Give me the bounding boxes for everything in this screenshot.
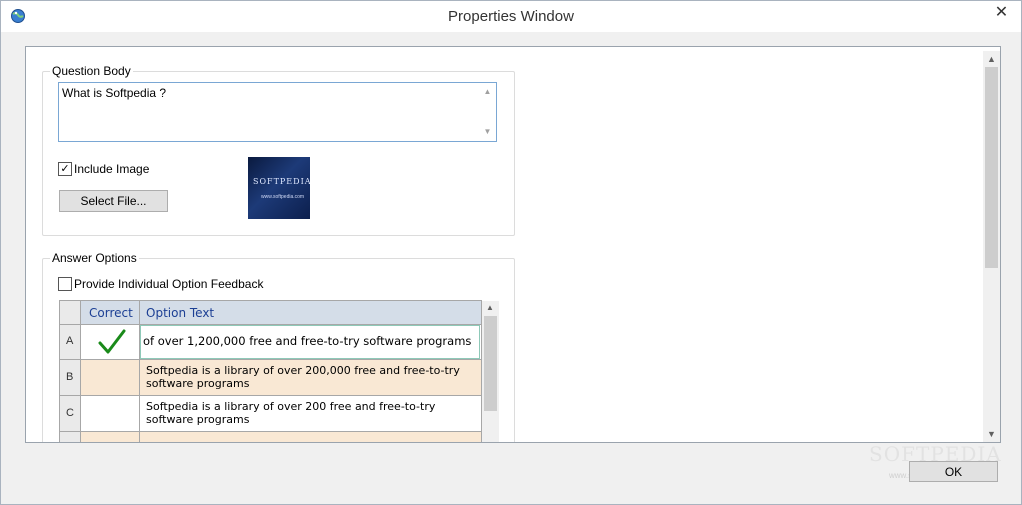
table-row[interactable]: C Softpedia is a library of over 200 fre… [60, 396, 481, 432]
close-icon: ✕ [994, 4, 1009, 21]
answer-options-label: Answer Options [50, 251, 139, 265]
checkmark-icon: ✓ [60, 163, 70, 175]
option-feedback-checkbox[interactable] [58, 277, 72, 291]
properties-window: Properties Window ✕ Question Body What i… [0, 0, 1022, 505]
question-text-field[interactable]: What is Softpedia ? ▲ ▼ [58, 82, 497, 142]
select-file-button[interactable]: Select File... [59, 190, 168, 212]
question-body-label: Question Body [50, 64, 133, 78]
option-text-cell[interactable] [140, 432, 480, 442]
row-header: C [60, 396, 81, 431]
scroll-down-icon[interactable]: ▼ [983, 427, 1000, 441]
column-header-correct[interactable]: Correct [81, 301, 140, 325]
option-text-cell[interactable]: of over 1,200,000 free and free-to-try s… [140, 325, 480, 359]
grid-corner [60, 301, 81, 325]
question-body-group: Question Body What is Softpedia ? ▲ ▼ ✓ … [42, 64, 515, 236]
answer-options-grid: Correct Option Text A of over 1,200,000 … [59, 300, 482, 442]
scroll-down-icon: ▼ [483, 127, 492, 136]
correct-check-icon [98, 329, 126, 354]
grid-scroll-thumb[interactable] [484, 316, 497, 411]
correct-cell[interactable] [81, 325, 140, 359]
panel-scrollbar[interactable]: ▲ ▼ [983, 51, 1000, 442]
question-scrollbar[interactable]: ▲ ▼ [480, 84, 495, 140]
option-text-cell[interactable]: Softpedia is a library of over 200 free … [140, 396, 480, 431]
table-row[interactable]: A of over 1,200,000 free and free-to-try… [60, 325, 481, 360]
correct-cell[interactable] [81, 360, 140, 395]
include-image-checkbox[interactable]: ✓ [58, 162, 72, 176]
include-image-label: Include Image [74, 162, 150, 176]
properties-panel: Question Body What is Softpedia ? ▲ ▼ ✓ … [25, 46, 1001, 443]
image-subtitle: www.softpedia.com [261, 194, 305, 200]
grid-scrollbar[interactable]: ▲ [482, 301, 499, 442]
answer-options-group: Answer Options Provide Individual Option… [42, 251, 515, 442]
correct-cell[interactable] [81, 432, 140, 442]
scroll-up-icon: ▲ [486, 303, 494, 312]
row-header [60, 432, 81, 442]
option-text-cell[interactable]: Softpedia is a library of over 200,000 f… [140, 360, 480, 395]
table-row[interactable] [60, 432, 481, 442]
ok-button[interactable]: OK [909, 461, 998, 482]
close-button[interactable]: ✕ [983, 2, 1020, 22]
scroll-up-icon[interactable]: ▲ [983, 52, 1000, 66]
row-header: B [60, 360, 81, 395]
title-bar: Properties Window ✕ [1, 1, 1021, 32]
option-feedback-label: Provide Individual Option Feedback [74, 277, 264, 291]
correct-cell[interactable] [81, 396, 140, 431]
window-title: Properties Window [448, 8, 574, 25]
image-title: SOFTPEDIA [253, 177, 310, 186]
question-image-preview: SOFTPEDIA www.softpedia.com [248, 157, 310, 219]
question-text: What is Softpedia ? [62, 86, 167, 100]
scroll-up-icon: ▲ [483, 87, 492, 96]
column-header-option-text[interactable]: Option Text [140, 301, 481, 325]
row-header: A [60, 325, 81, 359]
panel-scroll-thumb[interactable] [985, 67, 998, 268]
table-row[interactable]: B Softpedia is a library of over 200,000… [60, 360, 481, 396]
